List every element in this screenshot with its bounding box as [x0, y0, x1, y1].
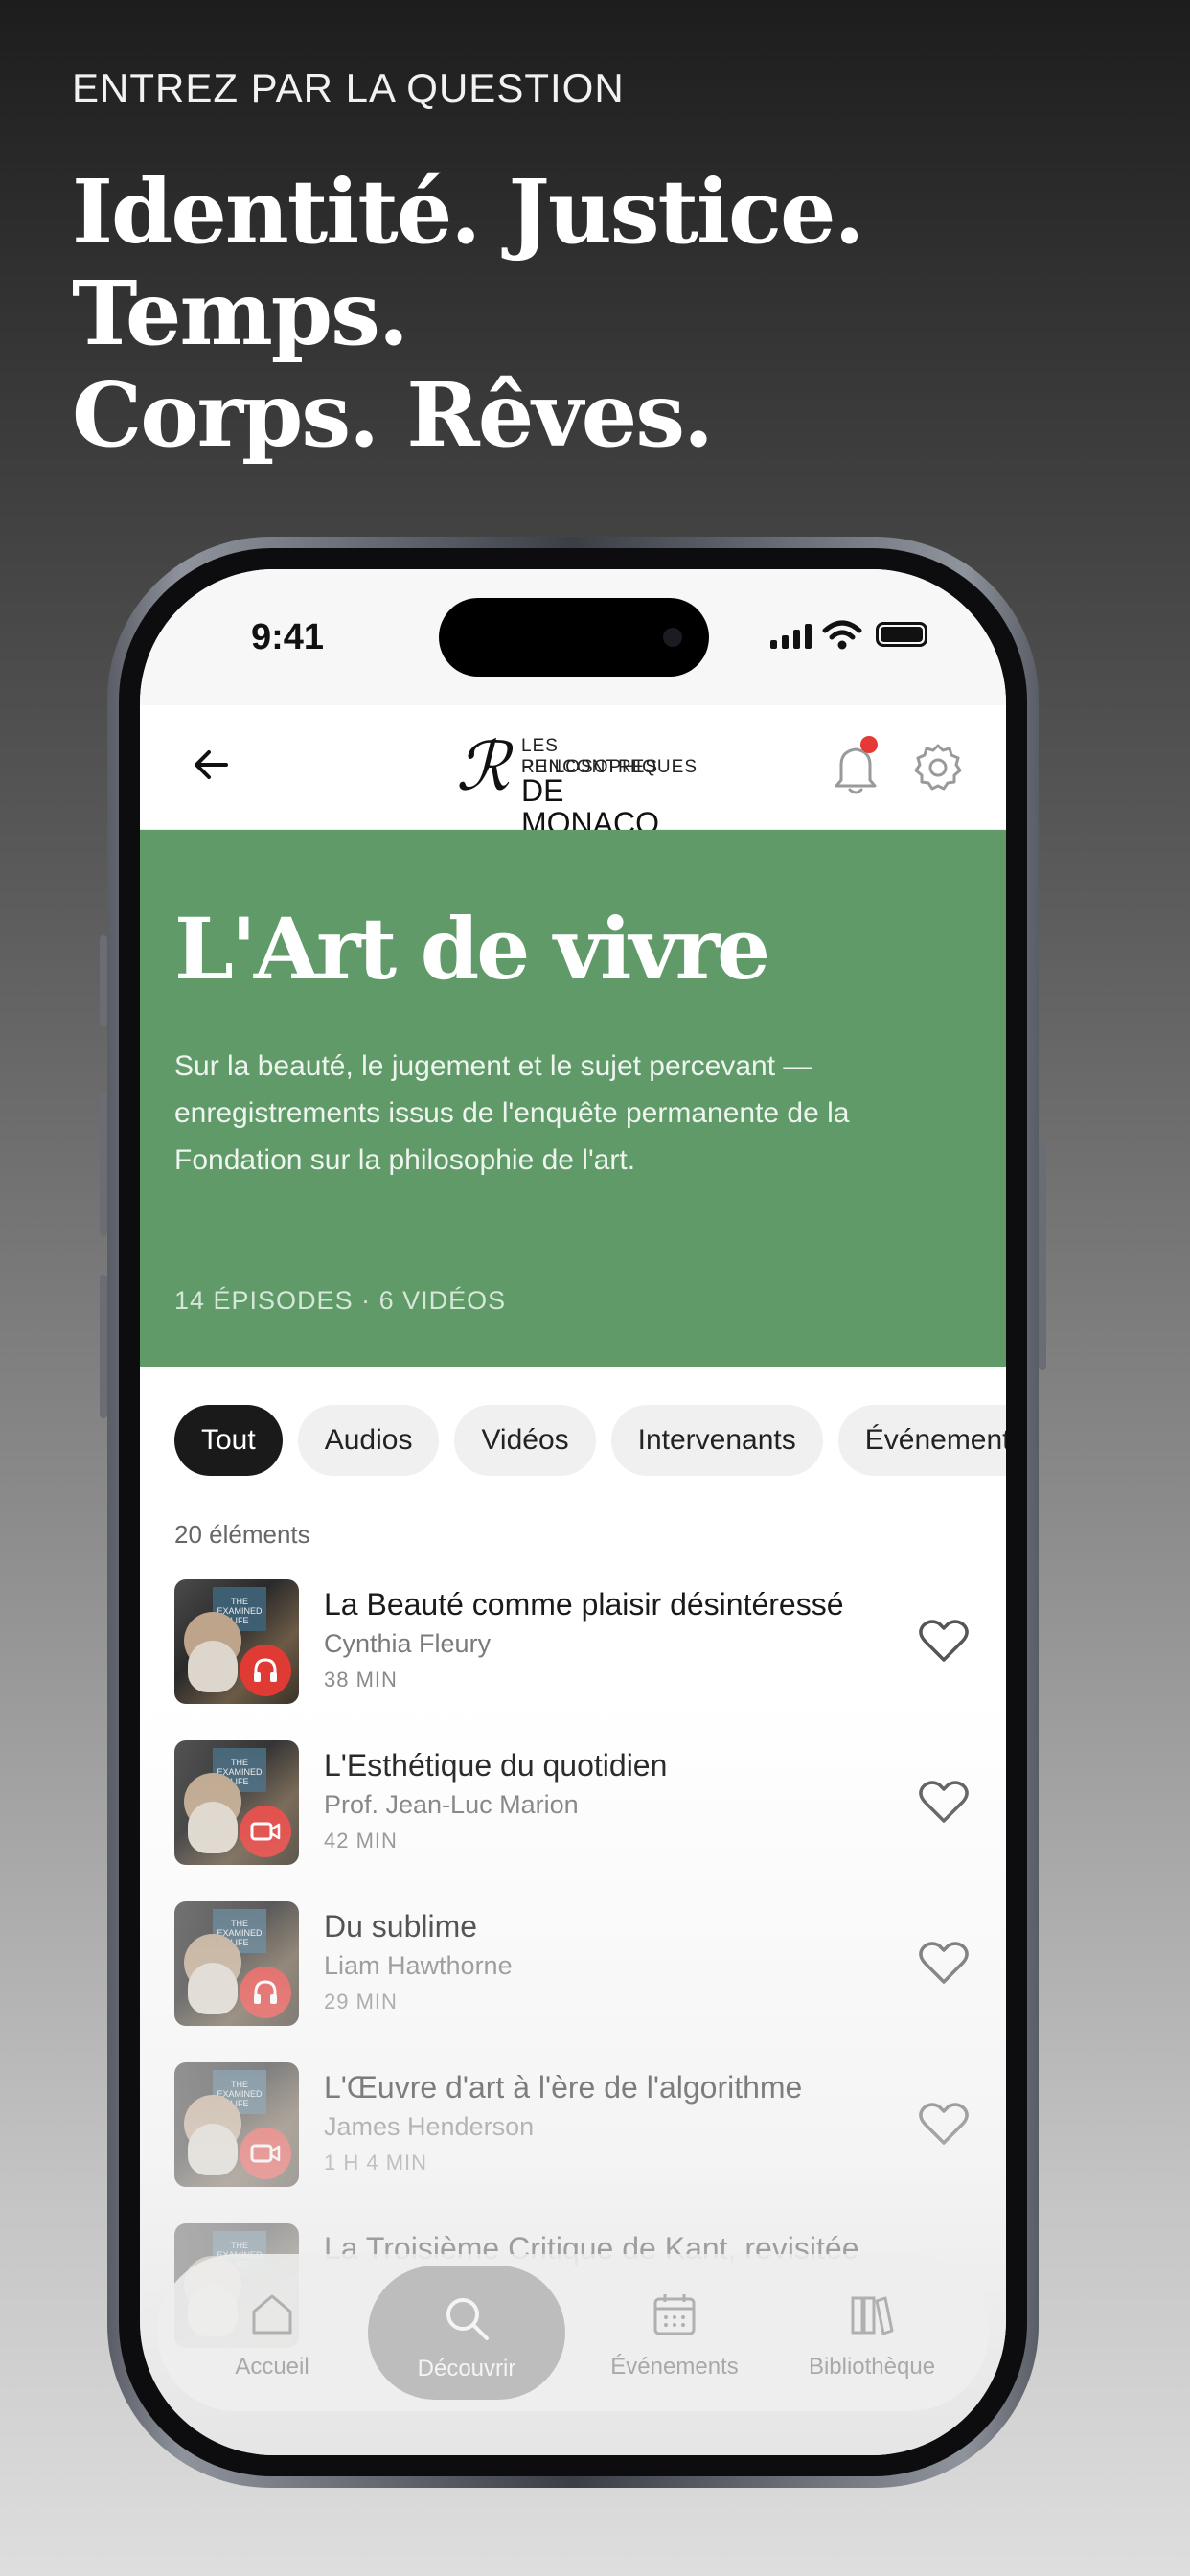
- item-speaker: Prof. Jean-Luc Marion: [324, 1790, 579, 1819]
- item-title: L'Œuvre d'art à l'ère de l'algorithme: [324, 2070, 803, 2104]
- gear-icon[interactable]: [912, 742, 964, 794]
- hero-meta: 14 ÉPISODES · 6 VIDÉOS: [174, 1286, 507, 1315]
- item-speaker: James Henderson: [324, 2112, 535, 2141]
- notification-dot: [860, 736, 878, 753]
- item-title: La Beauté comme plaisir désintéressé: [324, 1587, 844, 1622]
- headphones-icon: [240, 1966, 291, 2018]
- heart-icon[interactable]: [918, 1940, 970, 1986]
- thumbnail-beard: [188, 1641, 238, 1692]
- filter-chip-videos[interactable]: Vidéos: [454, 1405, 596, 1476]
- thumbnail-beard: [188, 2124, 238, 2175]
- power-button: [1039, 1140, 1046, 1370]
- list-item[interactable]: THE EXAMINED LIFE L'Esthétique du quotid…: [140, 1740, 1006, 1901]
- episode-thumbnail: THE EXAMINED LIFE: [174, 1740, 299, 1865]
- tab-bibliotheque[interactable]: Bibliothèque: [776, 2254, 968, 2411]
- tab-label: Accueil: [235, 2354, 309, 2380]
- promo-kicker: ENTREZ PAR LA QUESTION: [72, 65, 625, 110]
- signal-icon: [770, 624, 812, 649]
- tab-label: Découvrir: [417, 2356, 516, 2381]
- headline-line-1: Identité. Justice. Temps.: [72, 160, 865, 365]
- item-title: Du sublime: [324, 1909, 478, 1944]
- front-camera: [663, 628, 682, 647]
- episode-thumbnail: THE EXAMINED LIFE: [174, 2062, 299, 2187]
- tab-label: Événements: [610, 2354, 739, 2380]
- filter-chip-audios[interactable]: Audios: [297, 1405, 440, 1476]
- library-icon: [851, 2296, 894, 2335]
- tab-bar: Accueil Découvrir Événements Bibliothèqu…: [157, 2254, 989, 2411]
- item-duration: 42 MIN: [324, 1828, 398, 1852]
- app-bar: ℛ LES RENCONTRES PHILOSOPHIQUES DE MONAC…: [140, 705, 1006, 841]
- video-icon: [240, 1806, 291, 1857]
- item-duration: 1 H 4 MIN: [324, 2150, 428, 2174]
- item-speaker: Liam Hawthorne: [324, 1951, 513, 1980]
- item-title: L'Esthétique du quotidien: [324, 1748, 668, 1782]
- tab-label: Bibliothèque: [808, 2354, 936, 2380]
- status-time: 9:41: [251, 617, 325, 657]
- battery-icon: [876, 622, 927, 647]
- thumbnail-beard: [188, 1963, 238, 2014]
- filter-chip-tout[interactable]: Tout: [174, 1405, 283, 1476]
- filter-chip-evenements[interactable]: Événements: [837, 1405, 1006, 1476]
- search-icon: [446, 2298, 489, 2340]
- home-icon: [252, 2294, 292, 2334]
- hero-description: Sur la beauté, le jugement et le sujet p…: [174, 1050, 850, 1176]
- headline-line-2: Corps. Rêves.: [72, 363, 714, 467]
- app-screen: 9:41 ℛ LES RENCONTRES PHILOSOPHIQUES DE …: [140, 569, 1006, 2455]
- tab-decouvrir[interactable]: Découvrir: [368, 2266, 565, 2400]
- thumbnail-beard: [188, 1802, 238, 1853]
- list-count: 20 éléments: [174, 1520, 310, 1549]
- app-logo: ℛ LES RENCONTRES PHILOSOPHIQUES DE MONAC…: [456, 728, 697, 841]
- episode-thumbnail: THE EXAMINED LIFE: [174, 1901, 299, 2026]
- headphones-icon: [240, 1644, 291, 1696]
- hero-title: L'Art de vivre: [174, 899, 770, 999]
- promo-headline: Identité. Justice. Temps. Corps. Rêves.: [72, 161, 1126, 466]
- dynamic-island: [439, 598, 709, 677]
- list-item[interactable]: THE EXAMINED LIFE Du sublime Liam Hawtho…: [140, 1901, 1006, 2062]
- filter-chips: ToutAudiosVidéosIntervenantsÉvénements: [174, 1405, 1006, 1476]
- calendar-icon: [653, 2294, 696, 2335]
- volume-up-button: [100, 1092, 107, 1236]
- episode-thumbnail: THE EXAMINED LIFE: [174, 1579, 299, 1704]
- collection-hero: L'Art de vivre Sur la beauté, le jugemen…: [140, 830, 1006, 1367]
- heart-icon[interactable]: [918, 1779, 970, 1825]
- item-speaker: Cynthia Fleury: [324, 1629, 492, 1658]
- item-duration: 38 MIN: [324, 1668, 398, 1691]
- list-item[interactable]: THE EXAMINED LIFE La Beauté comme plaisi…: [140, 1579, 1006, 1740]
- mute-switch: [100, 935, 107, 1027]
- tab-accueil[interactable]: Accueil: [176, 2254, 368, 2411]
- heart-icon[interactable]: [918, 2101, 970, 2147]
- list-item[interactable]: THE EXAMINED LIFE L'Œuvre d'art à l'ère …: [140, 2062, 1006, 2223]
- item-duration: 29 MIN: [324, 1990, 398, 2013]
- tab-evenements[interactable]: Événements: [579, 2254, 770, 2411]
- volume-down-button: [100, 1275, 107, 1418]
- status-bar: 9:41: [140, 569, 1006, 705]
- wifi-icon: [822, 620, 862, 650]
- back-arrow-icon[interactable]: [192, 746, 230, 791]
- video-icon: [240, 2128, 291, 2179]
- filter-chip-intervenants[interactable]: Intervenants: [610, 1405, 823, 1476]
- heart-icon[interactable]: [918, 1618, 970, 1664]
